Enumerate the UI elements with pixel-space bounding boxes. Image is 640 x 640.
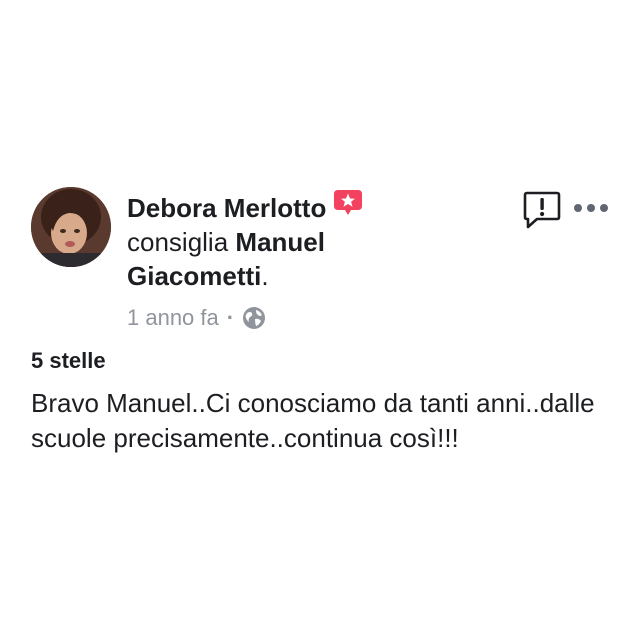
post-meta: 1 anno fa · <box>127 303 266 333</box>
star-speech-bubble-icon <box>332 187 364 219</box>
page-name-suffix: . <box>261 261 269 291</box>
profile-photo <box>31 187 111 267</box>
exclamation-speech-bubble-icon[interactable] <box>522 190 562 230</box>
more-dots-icon[interactable] <box>572 196 610 220</box>
recommendation-post: Debora Merlotto consiglia Manuel Giacome… <box>0 0 640 640</box>
author-name[interactable]: Debora Merlotto <box>127 193 326 223</box>
post-text: Bravo Manuel..Ci conosciamo da tanti ann… <box>31 388 595 453</box>
timestamp[interactable]: 1 anno fa <box>127 303 219 333</box>
meta-separator: · <box>226 305 235 330</box>
globe-icon <box>242 306 266 330</box>
action-verb: consiglia <box>127 227 229 257</box>
rating-label: 5 stelle <box>31 348 106 373</box>
avatar[interactable] <box>31 187 111 267</box>
post-header: Debora Merlotto consiglia Manuel Giacome… <box>127 190 427 293</box>
